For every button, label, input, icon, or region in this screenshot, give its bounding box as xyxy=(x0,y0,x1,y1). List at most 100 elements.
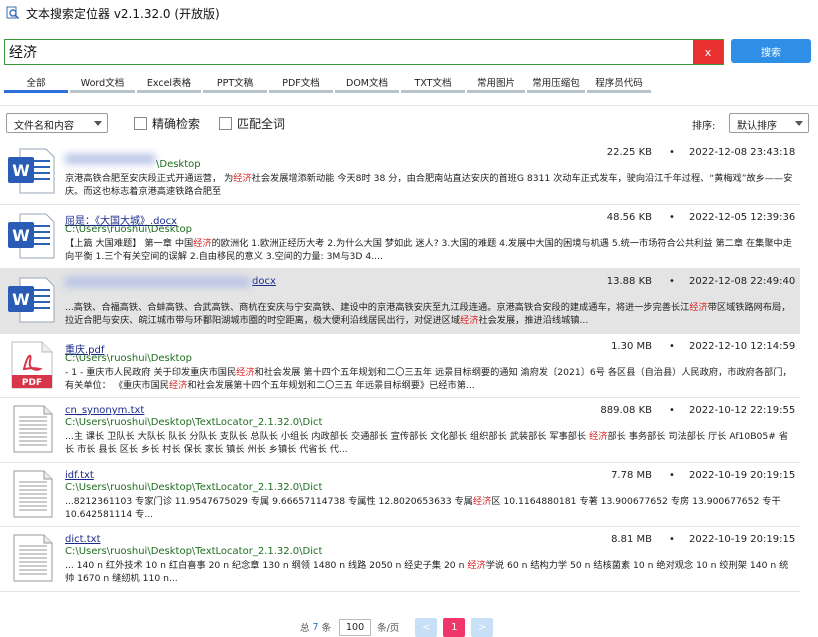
file-path[interactable]: \Desktop xyxy=(156,159,201,170)
word-doc-icon: W xyxy=(6,145,58,197)
file-name-link[interactable]: idf.txt xyxy=(65,470,94,481)
svg-text:W: W xyxy=(12,290,30,309)
per-page-input[interactable]: 100 xyxy=(339,618,372,636)
keyword-highlight: 经济 xyxy=(589,431,608,442)
keyword-highlight: 经济 xyxy=(460,315,479,326)
keyword-highlight: 经济 xyxy=(168,379,188,391)
snippet-text: ...高铁、合福高铁、合蚌高铁、合武高铁、商杭在安庆与宁安高铁、建设中的京港高铁… xyxy=(65,302,690,313)
separator-dot: • xyxy=(669,405,675,416)
result-row[interactable]: Wdocx 13.88 KB • 2022-12-08 22:49:40 ...高铁、合… xyxy=(0,269,800,334)
result-row[interactable]: PDF 重庆.pdf 1.30 MB • 2022-12-10 12:14:59 C:\U… xyxy=(0,334,800,398)
file-path[interactable]: C:\Users\ruoshui\Desktop xyxy=(65,224,192,235)
next-page-button[interactable]: > xyxy=(471,617,494,637)
word-doc-icon: W xyxy=(6,274,58,326)
file-size: 8.81 MB xyxy=(611,534,652,545)
tab-word[interactable]: Word文档 xyxy=(70,71,135,93)
per-page-suffix: 条/页 xyxy=(377,623,400,634)
separator-dot: • xyxy=(669,276,675,287)
keyword-highlight: 经济 xyxy=(236,366,255,378)
content-snippet: ... 140 n 红外技术 10 n 红白喜事 20 n 纪念章 130 n … xyxy=(65,559,793,586)
keyword-highlight: 经济 xyxy=(233,173,252,184)
redacted-name xyxy=(65,277,250,287)
file-size: 22.25 KB xyxy=(606,147,652,158)
file-path[interactable]: C:\Users\ruoshui\Desktop\TextLocator_2.1… xyxy=(65,546,322,557)
word-doc-icon: W xyxy=(6,210,58,262)
total-count: 7 xyxy=(312,621,319,633)
separator-dot: • xyxy=(669,147,675,158)
redacted-name xyxy=(65,154,155,164)
title-bar: 文本搜索定位器 v2.1.32.0 (开放版) xyxy=(0,0,818,26)
file-name-link[interactable]: docx xyxy=(252,276,276,287)
chevron-down-icon xyxy=(795,121,803,126)
keyword-highlight: 经济 xyxy=(193,237,212,249)
tab-archives[interactable]: 常用压缩包 xyxy=(527,71,585,93)
total-suffix: 条 xyxy=(321,623,332,634)
modified-date: 2022-12-08 22:49:40 xyxy=(689,276,796,287)
exact-search-checkbox[interactable]: 精确检索 xyxy=(134,115,200,132)
modified-date: 2022-10-19 20:19:15 xyxy=(689,534,796,545)
modified-date: 2022-10-19 20:19:15 xyxy=(689,469,796,481)
window-title: 文本搜索定位器 v2.1.32.0 (开放版) xyxy=(26,6,220,21)
tab-ppt[interactable]: PPT文稿 xyxy=(203,71,267,93)
tab-dom[interactable]: DOM文档 xyxy=(335,71,399,93)
pdf-icon: PDF xyxy=(6,339,58,391)
tab-images[interactable]: 常用图片 xyxy=(467,71,525,93)
file-name-link[interactable]: dict.txt xyxy=(65,534,100,545)
separator-dot: • xyxy=(669,211,675,223)
content-snippet: 【上篇 大国难题】 第一章 中国经济的欧洲化 1.欧洲正经历大考 2.为什么大国… xyxy=(65,237,793,264)
separator-dot: • xyxy=(669,534,675,545)
file-path[interactable]: C:\Users\ruoshui\Desktop\TextLocator_2.1… xyxy=(65,482,322,493)
result-row[interactable]: W 屈是：《大国大城》.docx 48.56 KB • 2022-12-05 12:39… xyxy=(0,205,800,269)
txt-file-icon xyxy=(6,532,58,584)
snippet-text: ... 140 n 红外技术 10 n 红白喜事 20 n 纪念章 130 n … xyxy=(65,560,468,571)
exact-search-label: 精确检索 xyxy=(152,117,201,131)
tab-code[interactable]: 程序员代码 xyxy=(587,71,651,93)
snippet-text: 京港高铁合肥至安庆段正式开通运营， 为 xyxy=(65,173,234,184)
result-row[interactable]: dict.txt 8.81 MB • 2022-10-19 20:19:15 C:\Us… xyxy=(0,527,800,592)
keyword-highlight: 经济 xyxy=(467,560,486,571)
clear-search-button[interactable]: x xyxy=(693,40,723,64)
file-size: 13.88 KB xyxy=(606,276,652,287)
snippet-text: 社会发展增添新动能 xyxy=(251,173,335,184)
content-snippet: - 1 - 重庆市人民政府 关于印发重庆市国民经济和社会发展 第十四个五年规划和… xyxy=(65,366,793,393)
separator-dot: • xyxy=(669,340,675,352)
content-snippet: 京港高铁合肥至安庆段正式开通运营， 为经济社会发展增添新动能 今天8时 38 分… xyxy=(65,172,793,199)
prev-page-button[interactable]: < xyxy=(415,617,438,637)
file-path[interactable]: C:\Users\ruoshui\Desktop\TextLocator_2.1… xyxy=(65,417,322,428)
modified-date: 2022-12-05 12:39:36 xyxy=(689,211,796,223)
file-size: 48.56 KB xyxy=(606,211,652,223)
modified-date: 2022-10-12 22:19:55 xyxy=(689,405,796,416)
separator-dot: • xyxy=(669,469,675,481)
scope-select-value: 文件名和内容 xyxy=(14,121,74,132)
snippet-text: 【上篇 大国难题】 第一章 中国 xyxy=(65,237,194,249)
whole-word-checkbox[interactable]: 匹配全词 xyxy=(219,115,285,132)
file-path[interactable]: C:\Users\ruoshui\Desktop xyxy=(65,353,192,364)
tab-txt[interactable]: TXT文档 xyxy=(401,71,465,93)
checkbox-box[interactable] xyxy=(219,117,232,130)
tab-pdf[interactable]: PDF文档 xyxy=(269,71,333,93)
file-name-link[interactable]: cn_synonym.txt xyxy=(65,405,144,416)
txt-file-icon xyxy=(6,468,58,520)
search-button[interactable]: 搜索 xyxy=(731,39,811,63)
total-prefix: 总 xyxy=(300,623,310,634)
sort-select[interactable]: 默认排序 xyxy=(729,113,809,133)
file-size: 889.08 KB xyxy=(600,405,652,416)
result-row[interactable]: cn_synonym.txt 889.08 KB • 2022-10-12 22:19… xyxy=(0,398,800,463)
content-snippet: ...主 课长 卫队长 大队长 队长 分队长 支队长 总队长 小组长 内政部长 … xyxy=(65,430,793,457)
result-row[interactable]: W 22.25 KB • 2022-12-08 23:43:18 \Desktop 京港高… xyxy=(0,140,800,205)
scope-select[interactable]: 文件名和内容 xyxy=(6,113,108,133)
search-input[interactable] xyxy=(5,40,693,64)
search-box: x xyxy=(4,39,724,65)
filter-bar: 文件名和内容 精确检索 匹配全词 排序: 默认排序 xyxy=(0,113,818,135)
snippet-text: 和社会发展第十四个五年规划和二〇三五 年远景目标纲要》已经市第... xyxy=(187,379,475,391)
modified-date: 2022-12-08 23:43:18 xyxy=(689,147,796,158)
snippet-text: 社会发展，推进沿线城镇... xyxy=(478,315,589,326)
result-row[interactable]: idf.txt 7.78 MB • 2022-10-19 20:19:15 C:\Use… xyxy=(0,463,800,527)
checkbox-box[interactable] xyxy=(134,117,147,130)
page-button-current[interactable]: 1 xyxy=(443,617,466,637)
svg-text:PDF: PDF xyxy=(22,378,42,388)
txt-file-icon xyxy=(6,403,58,455)
whole-word-label: 匹配全词 xyxy=(237,117,286,131)
tab-all[interactable]: 全部 xyxy=(4,71,68,93)
tab-excel[interactable]: Excel表格 xyxy=(137,71,201,93)
